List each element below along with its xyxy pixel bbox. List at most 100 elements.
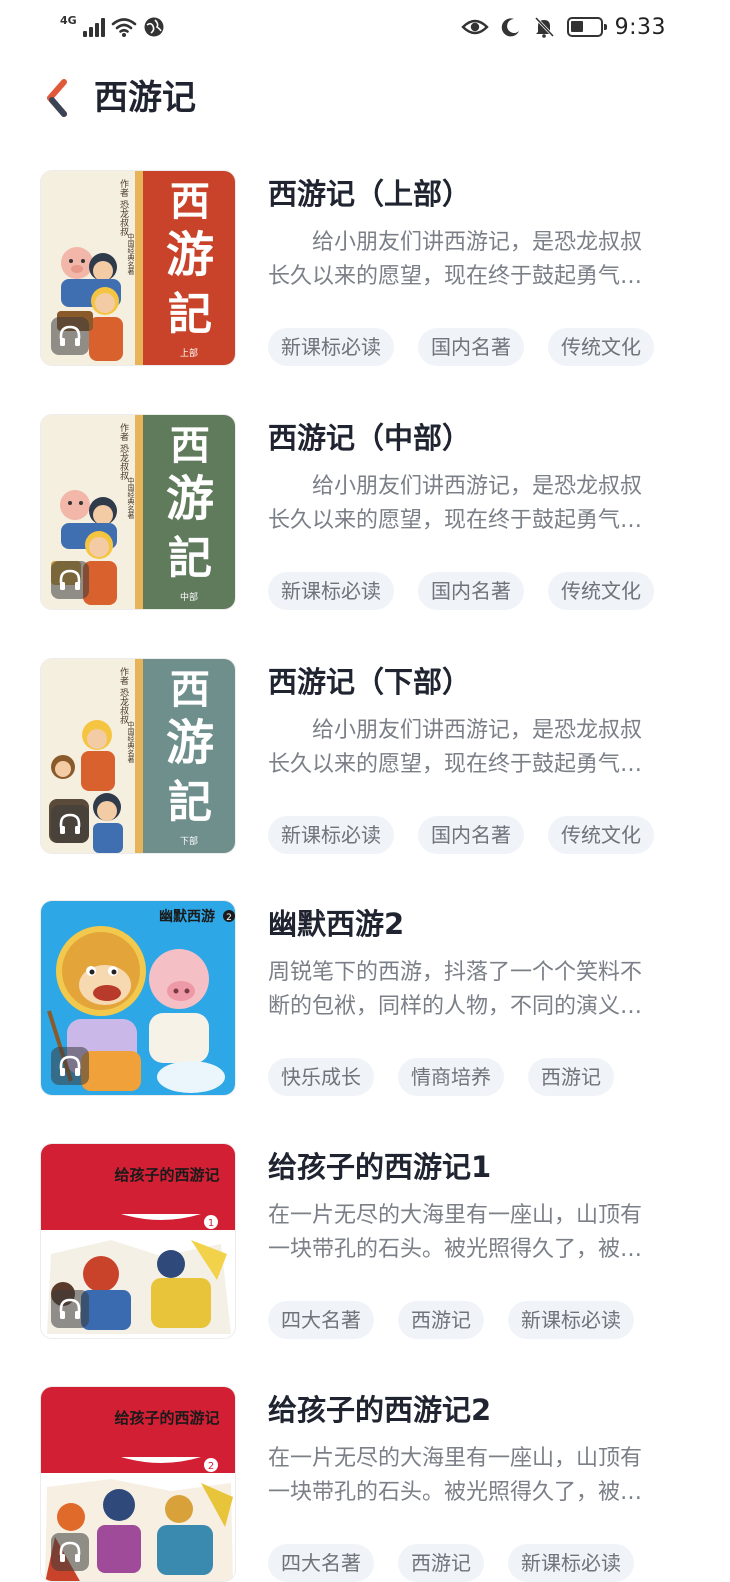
tag-list: 四大名著 西游记 新课标必读 — [268, 1301, 634, 1339]
book-title: 西游记（上部） — [268, 177, 472, 211]
cover-part: 中部 — [180, 591, 198, 603]
tag[interactable]: 国内名著 — [418, 816, 524, 854]
cover-calligraphy: 西 — [170, 666, 210, 713]
status-bar: 4G 9:33 — [0, 0, 730, 56]
cover-series: 中国经典名著 — [127, 720, 135, 764]
cover-calligraphy: 記 — [168, 777, 212, 828]
moon-icon — [501, 18, 519, 37]
description-line: 给小朋友们讲西游记，是恐龙叔叔 — [268, 230, 643, 255]
back-button[interactable] — [40, 76, 84, 120]
eye-icon — [460, 19, 489, 35]
description-line: 在一片无尽的大海里有一座山，山顶有 — [268, 1446, 643, 1471]
cover-calligraphy: 記 — [168, 533, 212, 584]
audio-badge — [51, 805, 89, 843]
audio-badge — [51, 1533, 89, 1571]
cover-author: 作者 恐龙叔叔 — [118, 666, 129, 725]
battery-icon — [566, 17, 607, 37]
headphones-icon — [59, 569, 81, 590]
list-item[interactable]: 给孩子的西游记 1 给孩子的西游记1 在一片无尽的大海里有一座山，山顶有 一块带… — [0, 1143, 730, 1343]
cover-number: 1 — [208, 1218, 214, 1229]
cover-author: 作者 恐龙叔叔 — [118, 422, 129, 481]
signal-icon — [82, 17, 105, 37]
book-cover: 西 游 記 下部 作者 恐龙叔叔 中国经典名著 — [40, 658, 236, 854]
cover-calligraphy: 記 — [168, 289, 212, 340]
book-cover: 给孩子的西游记 2 — [40, 1386, 236, 1582]
description-line: 给小朋友们讲西游记，是恐龙叔叔 — [268, 718, 643, 743]
cover-series: 中国经典名著 — [127, 232, 135, 276]
tag[interactable]: 新课标必读 — [508, 1544, 634, 1582]
description-line: 长久以来的愿望，现在终于鼓起勇气… — [268, 508, 643, 533]
header: 西游记 — [0, 64, 730, 132]
headphones-icon — [59, 1055, 81, 1076]
book-description: 给小朋友们讲西游记，是恐龙叔叔 长久以来的愿望，现在终于鼓起勇气… — [268, 226, 683, 294]
tag[interactable]: 传统文化 — [548, 572, 654, 610]
page-title: 西游记 — [94, 78, 196, 118]
status-right: 9:33 — [460, 12, 666, 42]
description-line: 一块带孔的石头。被光照得久了，被… — [268, 1480, 643, 1505]
tag[interactable]: 新课标必读 — [268, 328, 394, 366]
cover-calligraphy: 游 — [166, 715, 214, 771]
network-type: 4G — [60, 14, 77, 27]
book-cover: 给孩子的西游记 1 — [40, 1143, 236, 1339]
cover-part: 下部 — [180, 835, 198, 847]
audio-badge — [51, 1290, 89, 1328]
cover-number: 2 — [208, 1461, 214, 1472]
headphones-icon — [59, 1541, 81, 1562]
bell-off-icon — [534, 16, 554, 38]
tag[interactable]: 四大名著 — [268, 1544, 374, 1582]
cover-calligraphy: 西 — [170, 422, 210, 469]
tag-list: 四大名著 西游记 新课标必读 — [268, 1544, 634, 1582]
cover-part: 上部 — [180, 347, 198, 359]
list-item[interactable]: 西 游 記 上部 作者 恐龙叔叔 中国经典名著 西游记（上部） 给小朋友们讲西游… — [0, 170, 730, 370]
tag[interactable]: 西游记 — [398, 1301, 484, 1339]
description-line: 在一片无尽的大海里有一座山，山顶有 — [268, 1203, 643, 1228]
audio-badge — [51, 561, 89, 599]
description-line: 断的包袱，同样的人物，不同的演义… — [268, 994, 643, 1019]
book-title: 幽默西游2 — [268, 907, 405, 941]
book-cover: 西 游 記 上部 作者 恐龙叔叔 中国经典名著 — [40, 170, 236, 366]
description-line: 一块带孔的石头。被光照得久了，被… — [268, 1237, 643, 1262]
clock: 9:33 — [614, 14, 666, 40]
description-line: 长久以来的愿望，现在终于鼓起勇气… — [268, 752, 643, 777]
tag[interactable]: 情商培养 — [398, 1058, 504, 1096]
description-line: 长久以来的愿望，现在终于鼓起勇气… — [268, 264, 643, 289]
status-left: 4G — [60, 12, 165, 42]
tag[interactable]: 新课标必读 — [508, 1301, 634, 1339]
tag[interactable]: 西游记 — [528, 1058, 614, 1096]
cover-heading: 给孩子的西游记 — [114, 1166, 219, 1184]
cover-calligraphy: 西 — [170, 178, 210, 225]
tag[interactable]: 传统文化 — [548, 328, 654, 366]
tag[interactable]: 传统文化 — [548, 816, 654, 854]
cover-heading: 给孩子的西游记 — [114, 1409, 219, 1427]
list-item[interactable]: 西 游 記 下部 作者 恐龙叔叔 中国经典名著 西游记（下部） 给小朋友们讲西游… — [0, 658, 730, 858]
tag[interactable]: 新课标必读 — [268, 816, 394, 854]
tag[interactable]: 新课标必读 — [268, 572, 394, 610]
globe-icon — [144, 17, 164, 37]
description-line: 周锐笔下的西游，抖落了一个个笑料不 — [268, 960, 643, 985]
book-title: 西游记（下部） — [268, 665, 472, 699]
book-description: 给小朋友们讲西游记，是恐龙叔叔 长久以来的愿望，现在终于鼓起勇气… — [268, 470, 683, 538]
tag[interactable]: 国内名著 — [418, 572, 524, 610]
tag-list: 新课标必读 国内名著 传统文化 — [268, 328, 654, 366]
list-item[interactable]: 给孩子的西游记 2 给孩子的西游记2 在一片无尽的大海里有一座山，山顶有 一块带… — [0, 1386, 730, 1582]
headphones-icon — [59, 813, 81, 834]
chevron-left-icon — [47, 79, 67, 117]
tag[interactable]: 四大名著 — [268, 1301, 374, 1339]
tag[interactable]: 国内名著 — [418, 328, 524, 366]
tag-list: 新课标必读 国内名著 传统文化 — [268, 816, 654, 854]
cover-series: 中国经典名著 — [127, 476, 135, 520]
tag[interactable]: 快乐成长 — [268, 1058, 374, 1096]
list-item[interactable]: 幽默西游 2 幽默西游2 周锐笔下的西游，抖落了一个个笑料不 断的包袱，同样的人… — [0, 900, 730, 1100]
book-title: 给孩子的西游记1 — [268, 1150, 492, 1184]
book-cover: 幽默西游 2 — [40, 900, 236, 1096]
audio-badge — [51, 317, 89, 355]
tag-list: 快乐成长 情商培养 西游记 — [268, 1058, 614, 1096]
book-title: 给孩子的西游记2 — [268, 1393, 492, 1427]
tag-list: 新课标必读 国内名著 传统文化 — [268, 572, 654, 610]
cover-author: 作者 恐龙叔叔 — [118, 178, 129, 237]
tag[interactable]: 西游记 — [398, 1544, 484, 1582]
list-item[interactable]: 西 游 記 中部 作者 恐龙叔叔 中国经典名著 西游记（中部） 给小朋友们讲西游… — [0, 414, 730, 614]
cover-calligraphy: 游 — [166, 471, 214, 527]
book-cover: 西 游 記 中部 作者 恐龙叔叔 中国经典名著 — [40, 414, 236, 610]
cover-calligraphy: 游 — [166, 227, 214, 283]
